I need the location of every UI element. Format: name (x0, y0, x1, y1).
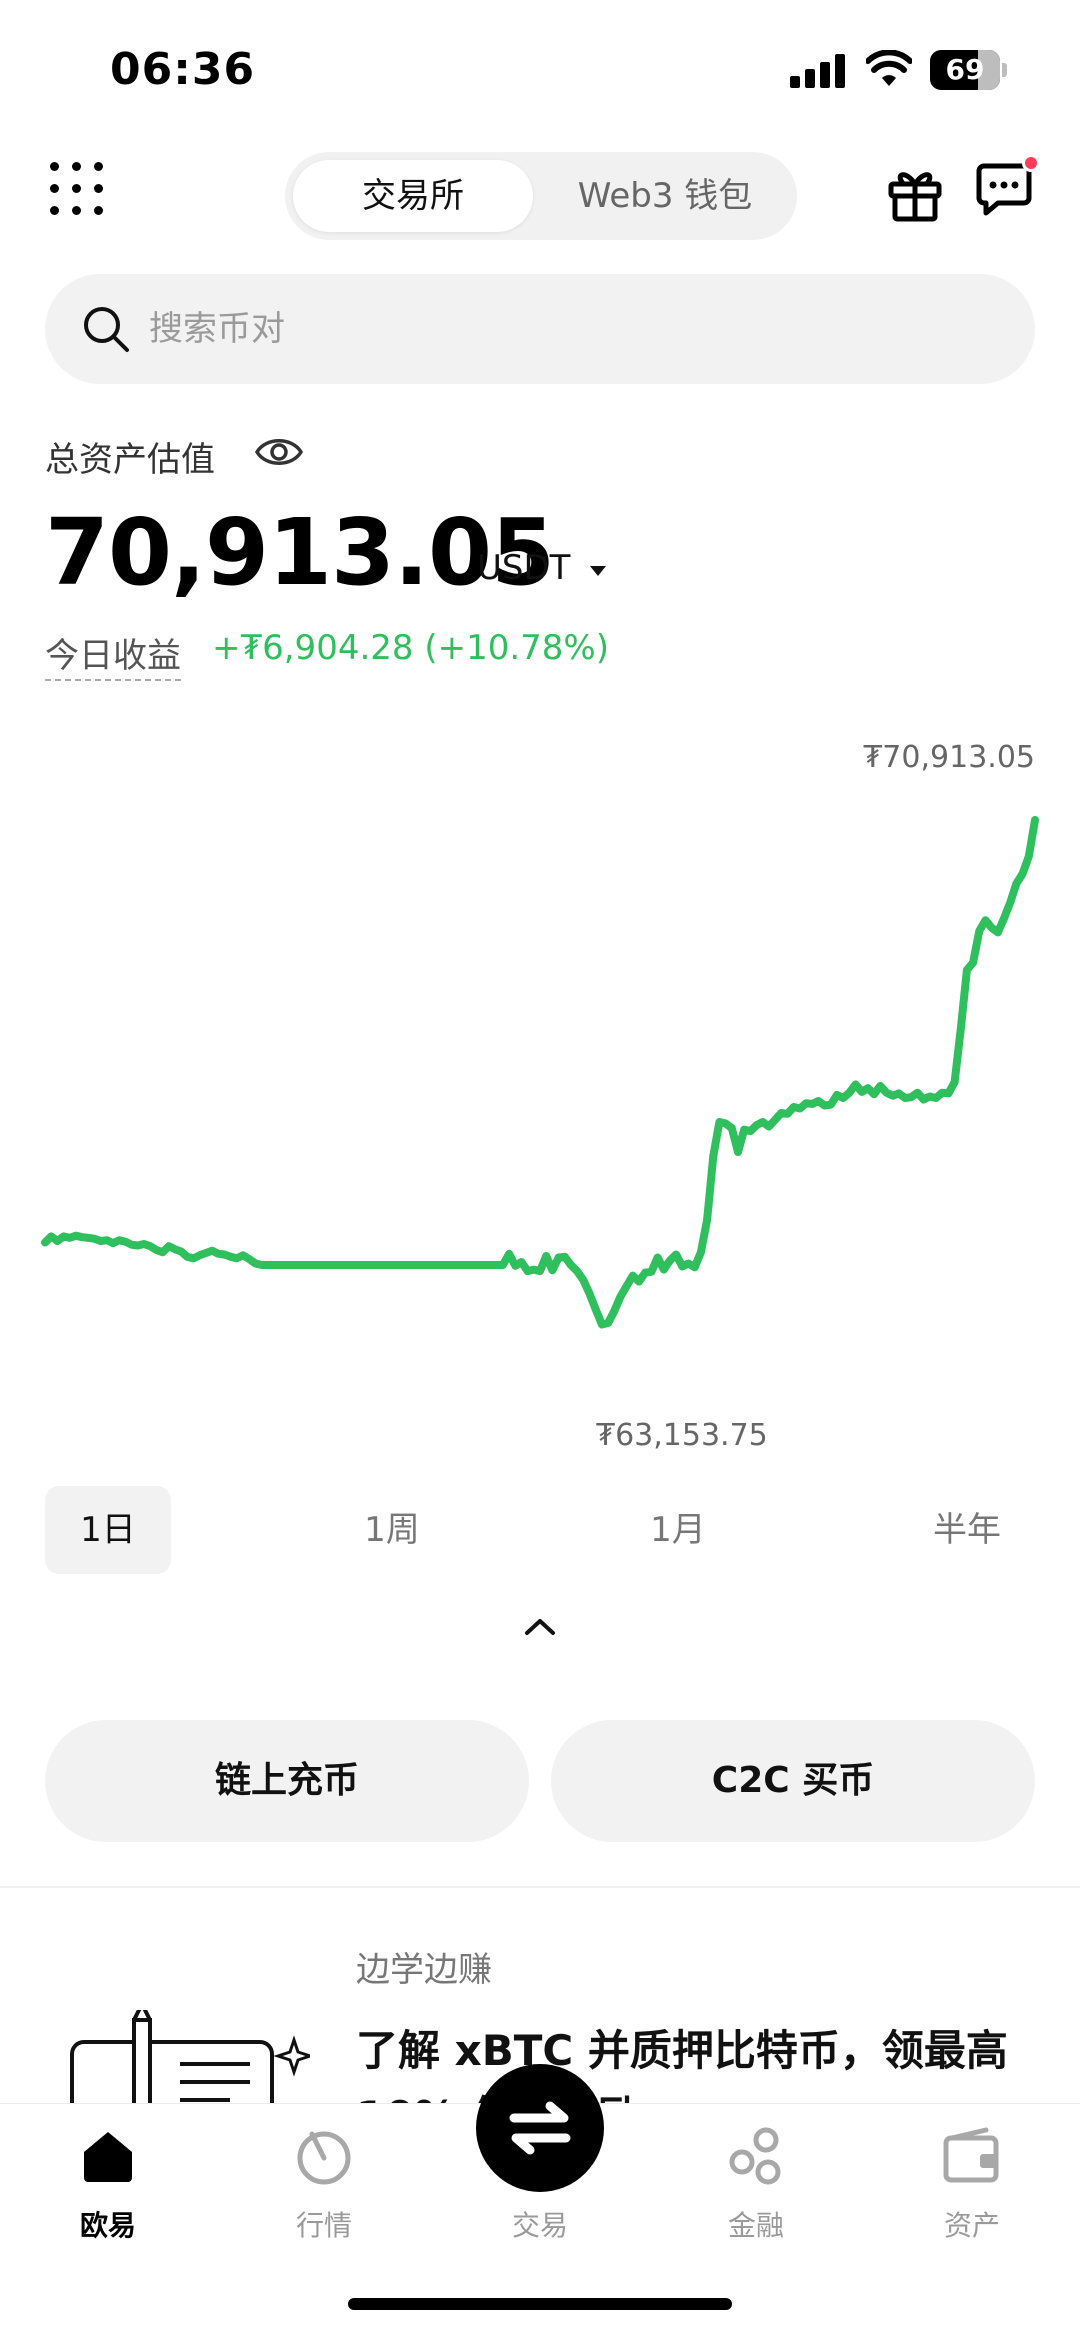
chart-min-label: ₮63,153.75 (596, 1418, 768, 1453)
wallet-icon (943, 2127, 999, 2183)
onchain-deposit-button[interactable]: 链上充币 (45, 1720, 529, 1842)
learn-earn-tag: 边学边赚 (356, 1950, 492, 1990)
tab-assets[interactable]: 资产 (864, 2104, 1080, 2264)
battery-icon: 69 (930, 50, 1008, 90)
tab-assets-label: 资产 (943, 2209, 1000, 2242)
top-nav: 交易所 Web3 钱包 (0, 140, 1080, 250)
eye-icon[interactable] (254, 434, 304, 470)
finance-icon (729, 2127, 781, 2185)
range-tab-6m[interactable]: 半年 (899, 1486, 1035, 1574)
home-icon (84, 2132, 132, 2182)
total-assets-label: 总资产估值 (45, 440, 215, 480)
search-icon (84, 307, 129, 352)
swap-icon (509, 2101, 571, 2155)
tab-home[interactable]: 欧易 (0, 2104, 216, 2264)
search-bar[interactable]: 搜索币对 (45, 274, 1035, 384)
section-divider (0, 1886, 1080, 1888)
chart-max-label: ₮70,913.05 (863, 740, 1035, 775)
asset-value-line (41, 816, 1039, 1329)
currency-selector[interactable]: USDT (477, 548, 570, 588)
tab-home-label: 欧易 (79, 2209, 136, 2242)
gift-icon[interactable] (888, 166, 942, 222)
today-pnl-label[interactable]: 今日收益 (45, 628, 181, 681)
tab-finance-label: 金融 (727, 2209, 784, 2242)
caret-down-icon[interactable] (590, 566, 606, 576)
chevron-up-icon[interactable] (524, 1616, 556, 1636)
tab-market[interactable]: 行情 (216, 2104, 432, 2264)
wifi-icon (866, 50, 912, 86)
status-bar: 06:36 69 (0, 0, 1080, 140)
status-time: 06:36 (110, 44, 256, 95)
grid-menu-icon[interactable] (50, 162, 106, 218)
tab-market-label: 行情 (295, 2209, 352, 2242)
asset-chart (0, 720, 1080, 1480)
tab-exchange[interactable]: 交易所 (293, 160, 533, 232)
c2c-buy-button[interactable]: C2C 买币 (551, 1720, 1035, 1842)
cellular-signal-icon (790, 54, 846, 88)
tab-trade-label: 交易 (511, 2209, 568, 2242)
tab-web3-wallet[interactable]: Web3 钱包 (541, 160, 789, 232)
notification-badge (1022, 154, 1040, 172)
message-icon[interactable] (976, 162, 1032, 220)
mode-switch: 交易所 Web3 钱包 (285, 152, 797, 240)
range-tab-1m[interactable]: 1月 (615, 1486, 741, 1574)
battery-level: 69 (945, 53, 985, 86)
range-tab-1d[interactable]: 1日 (45, 1486, 171, 1574)
time-range-tabs: 1日 1周 1月 半年 (45, 1486, 1035, 1574)
market-icon (297, 2131, 351, 2185)
asset-line-chart (41, 816, 1039, 1329)
search-placeholder: 搜索币对 (149, 309, 285, 349)
trade-button[interactable] (476, 2064, 604, 2192)
home-indicator (348, 2298, 732, 2310)
tab-finance[interactable]: 金融 (648, 2104, 864, 2264)
today-pnl-value: +₮6,904.28 (+10.78%) (212, 628, 609, 668)
range-tab-1w[interactable]: 1周 (329, 1486, 455, 1574)
